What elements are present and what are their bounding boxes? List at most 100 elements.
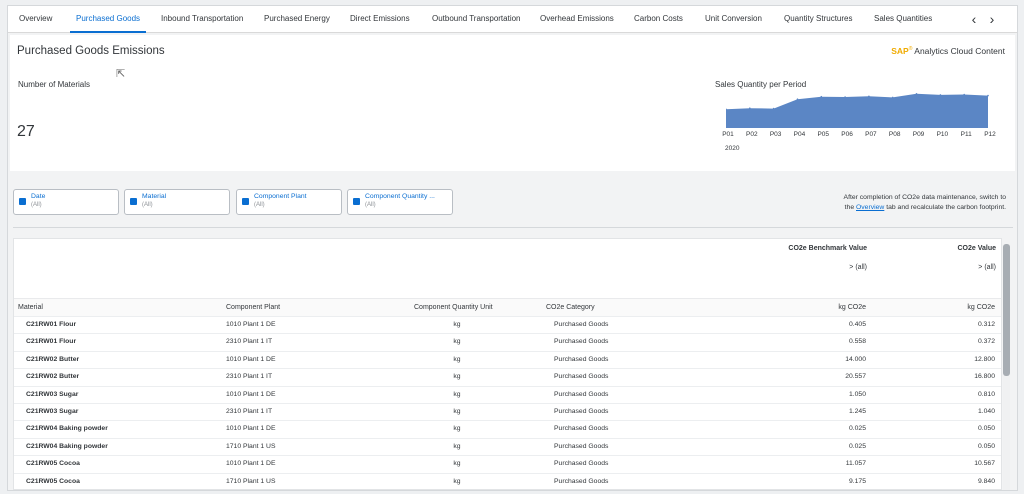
data-point[interactable]: [749, 107, 751, 109]
cell-material: C21RW04 Baking powder: [26, 425, 108, 433]
col-category[interactable]: CO2e Category: [546, 304, 595, 311]
cell-plant: 1010 Plant 1 DE: [226, 321, 276, 328]
cell-plant: 2310 Plant 1 IT: [226, 338, 273, 346]
cell-category: Purchased Goods: [554, 477, 609, 485]
data-point[interactable]: [939, 94, 942, 96]
value-expand-all[interactable]: > (all): [978, 264, 996, 271]
cell-material: C21RW05 Cocoa: [26, 460, 80, 468]
table-row[interactable]: C21RW01 Flour 2310 Plant 1 IT kg Purchased …: [14, 333, 1001, 350]
table-row[interactable]: C21RW05 Cocoa 1710 Plant 1 US kg Purchased …: [14, 472, 1001, 489]
mouse-cursor-icon: ⇱: [116, 68, 126, 80]
table-row[interactable]: C21RW04 Baking powder 1010 Plant 1 DE kg Pu…: [14, 420, 1001, 437]
cell-benchmark: 20.557: [845, 373, 866, 381]
cell-value: 16.800: [974, 373, 995, 381]
benchmark-header: CO2e Benchmark Value: [788, 245, 867, 252]
tab-inbound-transportation[interactable]: Inbound Transportation: [161, 6, 243, 33]
table-row[interactable]: C21RW02 Butter 1010 Plant 1 DE kg Purchased…: [14, 350, 1001, 368]
table-row[interactable]: C21RW03 Sugar 1010 Plant 1 DE kg Purchased …: [14, 385, 1001, 403]
tab-sales-quantities[interactable]: Sales Quantities: [874, 6, 932, 33]
overview-link[interactable]: Overview: [856, 204, 884, 211]
cell-value: 10.567: [974, 460, 995, 468]
note-line-1: After completion of CO2e data maintenanc…: [843, 194, 1006, 201]
column-header-row: Material Component Plant Component Quant…: [14, 298, 1001, 316]
data-point[interactable]: [868, 95, 870, 98]
tab-purchased-energy[interactable]: Purchased Energy: [264, 6, 330, 33]
tab-overhead-emissions[interactable]: Overhead Emissions: [540, 6, 614, 33]
x-tick-label: P02: [746, 131, 758, 138]
cell-material: C21RW03 Sugar: [26, 408, 79, 415]
emissions-table: CO2e Benchmark Value CO2e Value > (all) …: [13, 238, 1002, 490]
data-point[interactable]: [915, 93, 918, 95]
table-row[interactable]: C21RW01 Flour 1010 Plant 1 DE kg Purchased …: [14, 316, 1001, 333]
tab-unit-conversion[interactable]: Unit Conversion: [705, 6, 762, 33]
table-row[interactable]: C21RW04 Baking powder 1710 Plant 1 US kg Pu…: [14, 437, 1001, 455]
tab-carbon-costs[interactable]: Carbon Costs: [634, 6, 683, 33]
cell-benchmark: 11.057: [845, 460, 866, 468]
tab-bar: Overview Purchased Goods Inbound Transpo…: [8, 6, 1017, 33]
col-unit[interactable]: Component Quantity Unit: [414, 304, 493, 311]
tab-quantity-structures[interactable]: Quantity Structures: [784, 6, 852, 33]
data-point[interactable]: [772, 107, 775, 110]
filter-name: Component Plant: [254, 193, 307, 200]
tab-outbound-transportation[interactable]: Outbound Transportation: [432, 6, 521, 33]
cell-value: 0.312: [977, 321, 995, 328]
scrollbar-thumb[interactable]: [1003, 244, 1010, 376]
x-axis-year: 2020: [725, 145, 740, 152]
cell-plant: 2310 Plant 1 IT: [226, 408, 273, 415]
filter-value: (All): [365, 202, 376, 208]
tab-purchased-goods[interactable]: Purchased Goods: [69, 6, 147, 33]
chevron-right-icon[interactable]: ›: [985, 10, 999, 28]
filter-date[interactable]: Date (All): [13, 189, 119, 215]
dimension-icon: [242, 198, 249, 205]
dimension-icon: [19, 198, 26, 205]
filter-name: Material: [142, 193, 167, 200]
cell-unit: kg: [453, 477, 461, 485]
tab-overview[interactable]: Overview: [19, 6, 52, 33]
table-row[interactable]: C21RW03 Sugar 2310 Plant 1 IT kg Purchased …: [14, 403, 1001, 420]
sales-area[interactable]: [726, 93, 988, 128]
x-tick-label: P09: [912, 131, 925, 138]
col-plant[interactable]: Component Plant: [226, 304, 280, 311]
filter-component-quantity[interactable]: Component Quantity ... (All): [347, 189, 453, 215]
cell-benchmark: 9.175: [848, 477, 866, 485]
cell-benchmark: 1.050: [848, 390, 866, 398]
filter-component-plant[interactable]: Component Plant (All): [236, 189, 342, 215]
kpi-label: Number of Materials: [18, 80, 91, 89]
cell-plant: 1710 Plant 1 US: [226, 477, 276, 485]
benchmark-expand-all[interactable]: > (all): [849, 264, 867, 271]
cell-unit: kg: [453, 321, 461, 328]
cell-unit: kg: [453, 408, 461, 415]
table-row[interactable]: C21RW05 Cocoa 1010 Plant 1 DE kg Purchased …: [14, 455, 1001, 472]
data-point[interactable]: [844, 96, 846, 98]
kpi-value: 27: [17, 123, 35, 140]
brand-text: Analytics Cloud Content: [914, 46, 1005, 56]
cell-material: C21RW04 Baking powder: [26, 442, 108, 450]
cell-category: Purchased Goods: [554, 338, 609, 346]
data-point[interactable]: [987, 94, 989, 97]
cell-material: C21RW01 Flour: [26, 338, 77, 346]
data-point[interactable]: [820, 95, 823, 98]
cell-material: C21RW05 Cocoa: [26, 477, 80, 485]
tab-direct-emissions[interactable]: Direct Emissions: [350, 6, 410, 33]
data-point[interactable]: [891, 96, 894, 99]
cell-value: 0.050: [977, 442, 995, 450]
cell-category: Purchased Goods: [554, 390, 609, 398]
filter-value: (All): [142, 202, 153, 208]
table-row[interactable]: C21RW02 Butter 2310 Plant 1 IT kg Purchased…: [14, 368, 1001, 385]
value-header: CO2e Value: [957, 245, 996, 252]
filter-name: Date: [31, 193, 46, 200]
data-point[interactable]: [796, 98, 799, 100]
chevron-left-icon[interactable]: ‹: [967, 10, 981, 28]
col-benchmark-unit[interactable]: kg CO2e: [838, 304, 866, 311]
col-material[interactable]: Material: [18, 304, 43, 311]
note-suffix: tab and recalculate the carbon footprint…: [886, 204, 1006, 211]
col-value-unit[interactable]: kg CO2e: [967, 304, 995, 311]
cell-plant: 2310 Plant 1 IT: [226, 373, 273, 381]
data-point[interactable]: [963, 93, 965, 96]
filter-material[interactable]: Material (All): [124, 189, 230, 215]
cell-value: 0.372: [977, 338, 995, 346]
x-tick-label: P05: [817, 131, 830, 138]
chart-title: Sales Quantity per Period: [715, 80, 807, 89]
x-tick-label: P06: [841, 131, 853, 138]
cell-category: Purchased Goods: [554, 460, 609, 468]
